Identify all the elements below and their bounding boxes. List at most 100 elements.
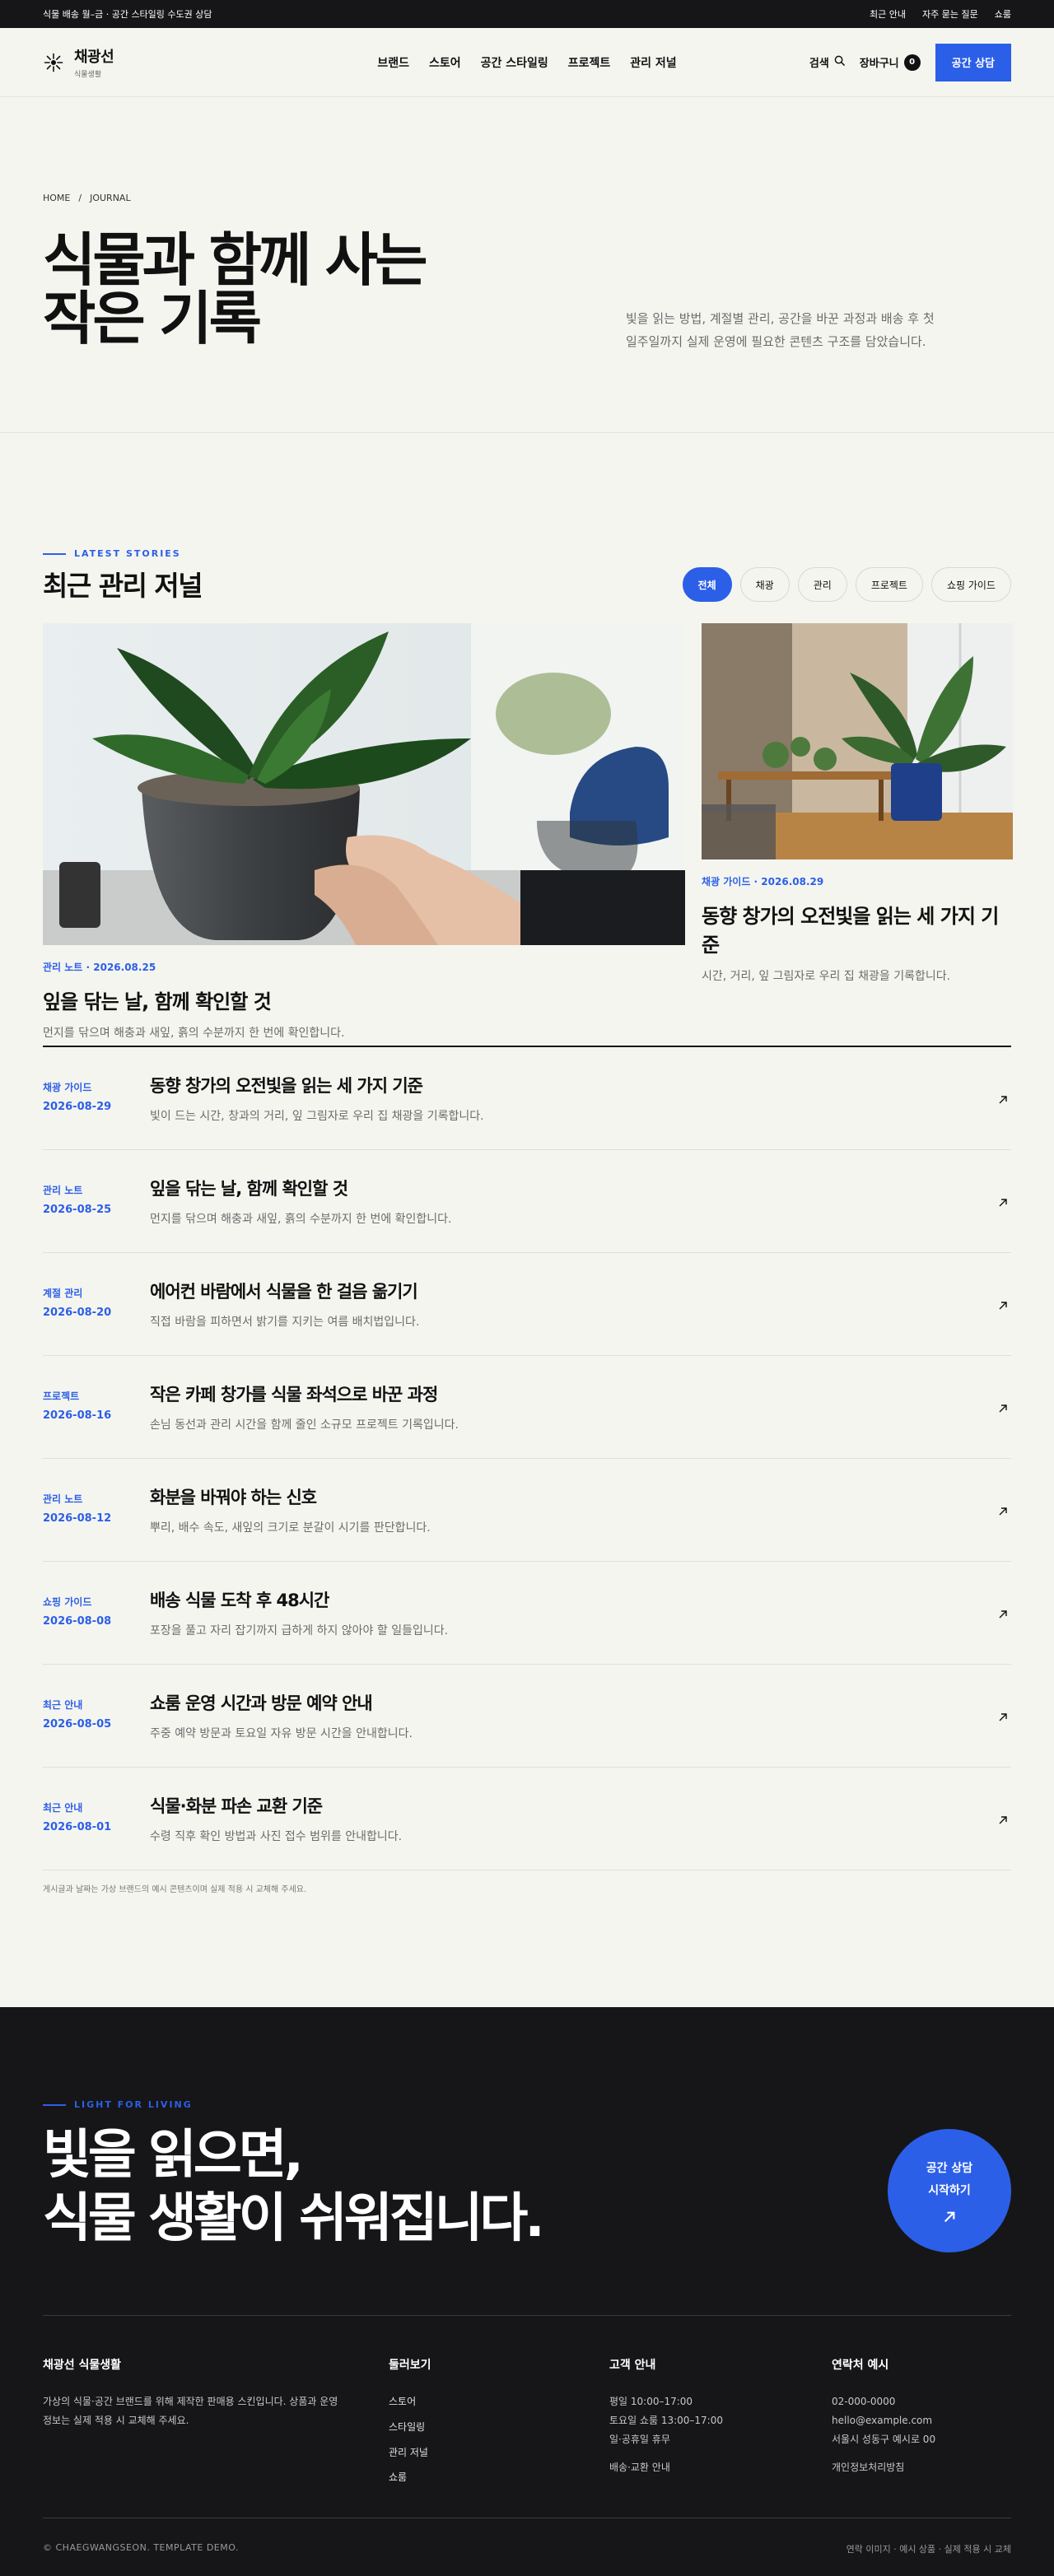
arrow-up-right-icon	[998, 1710, 1010, 1721]
post-category: 관리 노트	[43, 1493, 83, 1506]
breadcrumb-home[interactable]: HOME	[43, 193, 70, 203]
post-title: 동향 창가의 오전빛을 읽는 세 가지 기준	[150, 1076, 423, 1096]
featured-post-main[interactable]: 관리 노트 · 2026.08.25 잎을 닦는 날, 함께 확인할 것 먼지를…	[43, 623, 685, 1041]
post-desc: 먼지를 닦으며 해충과 새잎, 흙의 수분까지 한 번에 확인합니다.	[150, 1213, 452, 1226]
post-list: 채광 가이드 2026-08-29 동향 창가의 오전빛을 읽는 세 가지 기준 빛…	[43, 1046, 1011, 1870]
post-category: 프로젝트	[43, 1390, 80, 1403]
footer-privacy-link[interactable]: 개인정보처리방침	[832, 2458, 1011, 2477]
post-category: 최근 안내	[43, 1802, 83, 1814]
filter-all[interactable]: 전체	[682, 567, 732, 602]
nav-store[interactable]: 스토어	[429, 54, 461, 71]
featured-side-title: 동향 창가의 오전빛을 읽는 세 가지 기준	[702, 905, 999, 957]
sun-icon	[43, 52, 64, 73]
arrow-up-right-icon	[998, 1504, 1010, 1516]
list-item[interactable]: 프로젝트 2026-08-16 작은 카페 창가를 식물 좌석으로 바꾼 과정 손님…	[43, 1356, 1011, 1459]
footer-eyebrow-text: LIGHT FOR LIVING	[74, 2099, 193, 2110]
post-title: 쇼룸 운영 시간과 방문 예약 안내	[150, 1693, 373, 1713]
featured-side-meta: 채광 가이드 · 2026.08.29	[702, 876, 824, 887]
hero-description-line1: 빛을 읽는 방법, 계절별 관리, 공간을 바꾼 과정과 배송 후 첫	[626, 311, 935, 326]
consult-button[interactable]: 공간 상담	[935, 43, 1011, 82]
breadcrumb: HOME / JOURNAL	[43, 193, 1011, 203]
featured-side-desc: 시간, 거리, 잎 그림자로 우리 집 채광을 기록합니다.	[702, 970, 951, 983]
footer-divider	[43, 2315, 1011, 2316]
list-item[interactable]: 쇼핑 가이드 2026-08-08 배송 식물 도착 후 48시간포장을 풀고 자…	[43, 1562, 1011, 1665]
footer-menu-title: 둘러보기	[389, 2359, 431, 2372]
nav-project[interactable]: 프로젝트	[568, 54, 611, 71]
footer-contact-title: 연락처 예시	[832, 2359, 889, 2372]
search-label: 검색	[809, 58, 829, 70]
arrow-up-right-icon	[998, 1401, 1010, 1413]
footer-cs-holiday: 일·공휴일 휴무	[609, 2433, 670, 2445]
top-notice-bar: 식물 배송 월–금 · 공간 스타일링 수도권 상담 최근 안내 자주 묻는 질…	[0, 0, 1054, 28]
arrow-up-right-icon	[998, 1607, 1010, 1619]
list-item[interactable]: 최근 안내 2026-08-01 식물·화분 파손 교환 기준 수령 직후 확인 방…	[43, 1768, 1011, 1870]
footer-cta-line1: 빛을 읽으면,	[43, 2125, 304, 2186]
eyebrow-text: LATEST STORIES	[74, 548, 181, 559]
arrow-up-right-icon	[943, 2210, 956, 2224]
footer-link-styling[interactable]: 스타일링	[389, 2418, 609, 2437]
footer-cs-saturday: 토요일 쇼룸 13:00–17:00	[609, 2414, 723, 2426]
footer-link-journal[interactable]: 관리 저널	[389, 2443, 609, 2462]
post-title: 화분을 바꿔야 하는 신호	[150, 1488, 317, 1507]
footer-address: 서울시 성동구 예시로 00	[832, 2433, 936, 2445]
filter-project[interactable]: 프로젝트	[855, 567, 923, 602]
nav-brand[interactable]: 브랜드	[377, 54, 409, 71]
filter-shopping-guide[interactable]: 쇼핑 가이드	[930, 567, 1011, 602]
list-item[interactable]: 계절 관리 2026-08-20 에어컨 바람에서 식물을 한 걸음 옮기기 직접 …	[43, 1253, 1011, 1356]
start-consult-button[interactable]: 공간 상담 시작하기	[888, 2129, 1011, 2252]
post-title: 잎을 닦는 날, 함께 확인할 것	[150, 1179, 348, 1199]
top-link-notice[interactable]: 최근 안내	[870, 7, 906, 21]
page-title-line2: 작은 기록	[43, 285, 262, 353]
post-date: 2026-08-29	[43, 1101, 112, 1114]
copyright: © CHAEGWANGSEON. TEMPLATE DEMO.	[43, 2542, 239, 2553]
page-title-line1: 식물과 함께 사는	[43, 226, 428, 294]
cart-count-badge: 0	[903, 54, 921, 71]
post-date: 2026-08-16	[43, 1409, 112, 1423]
journal-hero: HOME / JOURNAL 식물과 함께 사는 작은 기록 빛을 읽는 방법,…	[0, 97, 1054, 433]
top-link-showroom[interactable]: 쇼룸	[995, 7, 1011, 21]
post-desc: 주중 예약 방문과 토요일 자유 방문 시간을 안내합니다.	[150, 1727, 413, 1740]
footer-link-store[interactable]: 스토어	[389, 2392, 609, 2411]
section-title: 최근 관리 저널	[43, 570, 203, 602]
featured-side-image	[702, 623, 1013, 859]
search-button[interactable]: 검색	[809, 54, 845, 70]
footer-brand-desc: 가상의 식물·공간 브랜드를 위해 제작한 판매용 스킨입니다. 상품과 운영 …	[43, 2396, 338, 2426]
footer-email[interactable]: hello@example.com	[832, 2411, 1011, 2430]
cart-label: 장바구니	[859, 58, 899, 70]
post-desc: 손님 동선과 관리 시간을 함께 줄인 소규모 프로젝트 기록입니다.	[150, 1418, 459, 1432]
featured-main-image	[43, 623, 685, 945]
nav-journal[interactable]: 관리 저널	[630, 54, 676, 71]
post-desc: 수령 직후 확인 방법과 사진 접수 범위를 안내합니다.	[150, 1830, 403, 1843]
list-item[interactable]: 최근 안내 2026-08-05 쇼룸 운영 시간과 방문 예약 안내 주중 예약 …	[43, 1665, 1011, 1768]
post-desc: 직접 바람을 피하면서 밝기를 지키는 여름 배치법입니다.	[150, 1316, 420, 1329]
list-item[interactable]: 관리 노트 2026-08-25 잎을 닦는 날, 함께 확인할 것 먼지를 닦으며…	[43, 1150, 1011, 1253]
arrow-up-right-icon	[998, 1813, 1010, 1824]
list-item[interactable]: 관리 노트 2026-08-12 화분을 바꿔야 하는 신호 뿌리, 배수 속도, …	[43, 1459, 1011, 1562]
site-header: 채광선 식물생활 브랜드 스토어 공간 스타일링 프로젝트 관리 저널 검색 장…	[0, 28, 1054, 97]
featured-main-title: 잎을 닦는 날, 함께 확인할 것	[43, 990, 272, 1013]
filter-light[interactable]: 채광	[739, 567, 790, 602]
hero-description-line2: 일주일까지 실제 운영에 필요한 콘텐츠 구조를 담았습니다.	[626, 333, 926, 349]
post-desc: 뿌리, 배수 속도, 새잎의 크기로 분갈이 시기를 판단합니다.	[150, 1521, 431, 1535]
cart-button[interactable]: 장바구니 0	[860, 54, 921, 71]
footer-cta-title: 빛을 읽으면, 식물 생활이 쉬워집니다.	[43, 2124, 545, 2251]
latest-stories-section: LATEST STORIES 최근 관리 저널 전체 채광 관리 프로젝트 쇼핑…	[0, 433, 1054, 1894]
post-category: 쇼핑 가이드	[43, 1596, 92, 1609]
footer-link-showroom[interactable]: 쇼룸	[389, 2468, 609, 2487]
content-disclaimer: 게시글과 날짜는 가상 브랜드의 예시 콘텐츠이며 실제 적용 시 교체해 주세…	[43, 1885, 307, 1894]
filter-care[interactable]: 관리	[797, 567, 847, 602]
post-title: 배송 식물 도착 후 48시간	[150, 1591, 329, 1610]
featured-post-side[interactable]: 채광 가이드 · 2026.08.29 동향 창가의 오전빛을 읽는 세 가지 …	[702, 623, 1013, 1041]
list-item[interactable]: 채광 가이드 2026-08-29 동향 창가의 오전빛을 읽는 세 가지 기준 빛…	[43, 1047, 1011, 1150]
top-link-faq[interactable]: 자주 묻는 질문	[922, 7, 978, 21]
footer-disclaimer: 연락 이미지 · 예시 상품 · 실제 적용 시 교체	[846, 2544, 1011, 2555]
brand-name: 채광선	[74, 49, 114, 66]
post-date: 2026-08-08	[43, 1615, 112, 1628]
post-desc: 포장을 풀고 자리 잡기까지 급하게 하지 않아야 할 일들입니다.	[150, 1624, 449, 1637]
footer-shipping-link[interactable]: 배송·교환 안내	[609, 2458, 832, 2477]
brand-logo[interactable]: 채광선 식물생활	[43, 45, 114, 79]
nav-styling[interactable]: 공간 스타일링	[481, 54, 548, 71]
post-category: 채광 가이드	[43, 1082, 92, 1094]
featured-main-meta: 관리 노트 · 2026.08.25	[43, 962, 156, 973]
top-links: 최근 안내 자주 묻는 질문 쇼룸	[870, 7, 1011, 21]
